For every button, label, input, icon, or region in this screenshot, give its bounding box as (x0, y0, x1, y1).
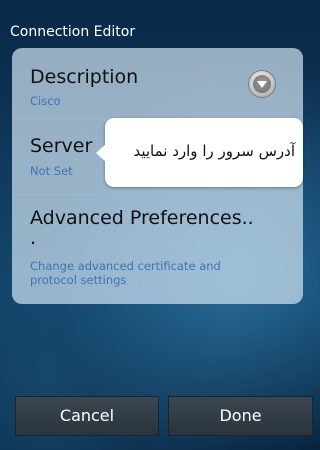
pref-advanced-title-cont: . (30, 227, 37, 249)
pref-advanced-title: Advanced Preferences.. (30, 207, 254, 229)
pref-server-title: Server (30, 135, 93, 157)
pref-advanced-summary: Change advanced certificate and protocol… (30, 259, 221, 287)
server-hint-tooltip: آدرس سرور را وارد نمایید (96, 118, 303, 187)
pref-description[interactable]: Description Cisco (12, 48, 303, 118)
cancel-button[interactable]: Cancel (15, 396, 159, 436)
pref-description-title: Description (30, 66, 139, 88)
done-button[interactable]: Done (168, 396, 313, 436)
tooltip-text: آدرس سرور را وارد نمایید (133, 142, 295, 160)
pref-description-summary: Cisco (30, 94, 61, 108)
dialog-title: Connection Editor (10, 24, 136, 40)
pref-advanced[interactable]: Advanced Preferences.. . Change advanced… (12, 194, 303, 305)
dropdown-icon[interactable] (248, 70, 276, 98)
pref-server-summary: Not Set (30, 164, 73, 178)
